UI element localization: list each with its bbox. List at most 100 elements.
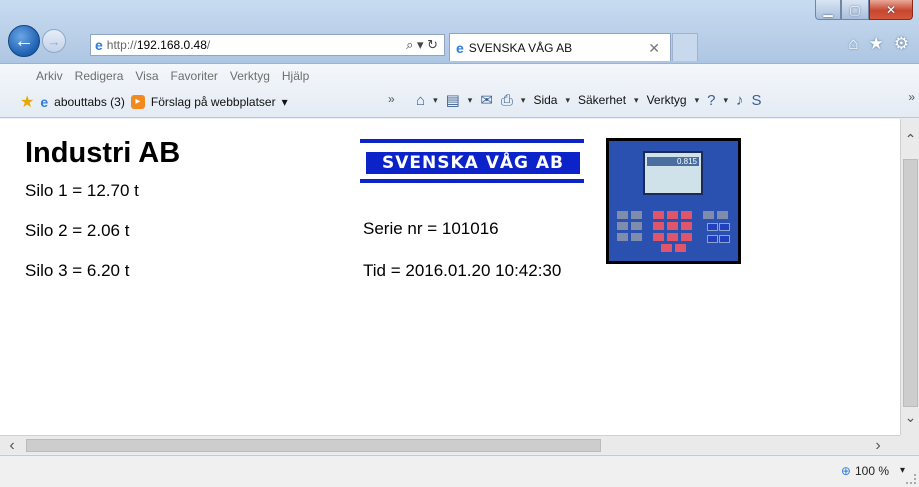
navigation-buttons: ← →	[8, 24, 66, 58]
add-favorite-star-icon[interactable]: ★	[20, 92, 34, 112]
browser-title-bar: ▁ ▢ ✕ ← → e http://192.168.0.48/ ⌕ ▾ ↻ e…	[0, 0, 919, 64]
company-logo: SVENSKA VÅG AB	[360, 139, 584, 183]
terminal-key	[653, 222, 664, 230]
terminal-key	[667, 233, 678, 241]
forward-button[interactable]: →	[42, 29, 66, 53]
terminal-key	[617, 211, 628, 219]
minimize-button[interactable]: ▁	[815, 0, 841, 20]
rss-feed-icon[interactable]: ▤	[446, 91, 460, 109]
resize-grip[interactable]	[906, 474, 916, 484]
chevron-down-icon[interactable]: ▾	[433, 95, 438, 106]
chevron-down-icon[interactable]: ▾	[900, 465, 905, 476]
chevron-down-icon[interactable]: ▾	[634, 95, 639, 106]
terminal-key	[631, 222, 642, 230]
chevron-down-icon[interactable]: ▾	[695, 95, 700, 106]
home-cmd-icon[interactable]: ⌂	[416, 92, 425, 109]
close-button[interactable]: ✕	[869, 0, 913, 20]
terminal-key	[707, 235, 718, 243]
menu-bar: Arkiv Redigera Visa Favoriter Verktyg Hj…	[36, 69, 309, 83]
chevron-down-icon[interactable]: ▾	[521, 95, 526, 106]
logo-text: SVENSKA VÅG AB	[366, 152, 580, 174]
timestamp: Tid = 2016.01.20 10:42:30	[363, 261, 562, 280]
zoom-level: 100 %	[854, 464, 889, 478]
favorites-bar: ★ e abouttabs (3) ▸ Förslag på webbplats…	[20, 92, 288, 112]
terminal-key	[681, 222, 692, 230]
terminal-key	[653, 233, 664, 241]
tab-active[interactable]: e SVENSKA VÅG AB ✕	[449, 33, 671, 61]
page-menu[interactable]: Sida	[533, 93, 557, 107]
address-protocol: http://	[106, 38, 137, 52]
chevron-down-icon[interactable]: ▾	[565, 95, 570, 106]
scroll-up-icon[interactable]: ⌃	[901, 131, 919, 149]
chevron-down-icon[interactable]: ▾	[468, 95, 473, 106]
safety-menu[interactable]: Säkerhet	[578, 93, 626, 107]
silo-1-value: Silo 1 = 12.70 t	[25, 181, 139, 200]
maximize-button[interactable]: ▢	[841, 0, 869, 20]
scroll-down-icon[interactable]: ⌄	[901, 409, 919, 427]
terminal-key	[653, 211, 664, 219]
menu-item-favoriter[interactable]: Favoriter	[171, 69, 218, 83]
menu-item-visa[interactable]: Visa	[135, 69, 158, 83]
terminal-key	[707, 223, 718, 231]
abouttabs-ie-icon: e	[40, 94, 49, 110]
favorites-star-icon[interactable]: ★	[869, 34, 884, 54]
terminal-key	[719, 235, 730, 243]
gear-icon[interactable]: ⚙	[894, 34, 909, 54]
address-host: 192.168.0.48	[136, 38, 207, 52]
weighing-terminal-image: 0.815	[606, 138, 741, 264]
horizontal-scrollbar[interactable]: ‹ ›	[0, 435, 900, 454]
mail-icon[interactable]: ✉	[480, 91, 493, 109]
chevron-down-icon[interactable]: ▾	[282, 95, 288, 109]
terminal-key	[631, 233, 642, 241]
company-name: Industri AB	[25, 137, 181, 169]
vertical-scrollbar[interactable]: ⌃ ⌄	[900, 119, 919, 435]
favorite-abouttabs[interactable]: abouttabs (3)	[54, 95, 125, 109]
tools-menu[interactable]: Verktyg	[647, 93, 687, 107]
terminal-key	[661, 244, 672, 252]
zoom-control[interactable]: ⊕ 100 %	[841, 464, 889, 478]
browser-right-icons: ⌂ ★ ⚙	[848, 34, 909, 54]
terminal-key	[719, 223, 730, 231]
menu-item-hjalp[interactable]: Hjälp	[282, 69, 309, 83]
new-tab-button[interactable]	[672, 33, 698, 61]
status-bar: ⊕ 100 % ▾	[0, 455, 919, 487]
tab-ie-icon: e	[456, 39, 464, 56]
scroll-right-icon[interactable]: ›	[868, 436, 888, 455]
address-path: /	[206, 38, 211, 52]
terminal-screen: 0.815	[643, 151, 703, 195]
tab-title: SVENSKA VÅG AB	[468, 40, 573, 55]
menu-item-verktyg[interactable]: Verktyg	[230, 69, 270, 83]
help-icon[interactable]: ?	[707, 92, 715, 109]
terminal-key	[717, 211, 728, 219]
favorite-suggested-sites[interactable]: Förslag på webbplatser	[151, 95, 276, 109]
horizontal-scroll-thumb[interactable]	[26, 439, 601, 452]
more-commands-chevron-icon[interactable]: »	[908, 90, 915, 104]
terminal-key	[681, 211, 692, 219]
terminal-display-value: 0.815	[647, 157, 699, 166]
menu-item-arkiv[interactable]: Arkiv	[36, 69, 63, 83]
toolbar-area: Arkiv Redigera Visa Favoriter Verktyg Hj…	[0, 64, 919, 118]
search-refresh-icons[interactable]: ⌕ ▾ ↻	[406, 37, 438, 53]
serial-number: Serie nr = 101016	[363, 219, 499, 238]
terminal-key	[617, 233, 628, 241]
terminal-key	[631, 211, 642, 219]
scroll-left-icon[interactable]: ‹	[2, 436, 22, 455]
terminal-key	[667, 222, 678, 230]
terminal-key	[617, 222, 628, 230]
print-icon[interactable]: ⎙	[501, 92, 513, 109]
menu-item-redigera[interactable]: Redigera	[75, 69, 124, 83]
silo-3-value: Silo 3 = 6.20 t	[25, 261, 130, 280]
terminal-key	[667, 211, 678, 219]
terminal-key	[681, 233, 692, 241]
back-button[interactable]: ←	[8, 25, 40, 57]
chevron-down-icon[interactable]: ▾	[723, 95, 728, 106]
address-bar[interactable]: e http://192.168.0.48/ ⌕ ▾ ↻	[90, 34, 445, 56]
addon-icon[interactable]: ♪	[736, 92, 744, 109]
tab-close-icon[interactable]: ✕	[648, 40, 660, 57]
home-icon[interactable]: ⌂	[848, 34, 858, 54]
terminal-body: 0.815	[609, 141, 738, 261]
more-favorites-chevron-icon[interactable]: »	[388, 92, 395, 106]
vertical-scroll-thumb[interactable]	[903, 159, 918, 407]
skype-icon[interactable]: S	[752, 92, 762, 109]
suggested-sites-icon: ▸	[130, 95, 145, 109]
